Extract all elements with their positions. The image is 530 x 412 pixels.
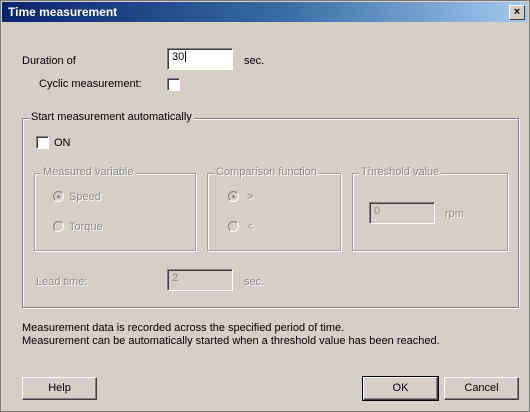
lead-time-input[interactable]: 2 bbox=[167, 269, 233, 291]
on-label: ON bbox=[54, 137, 71, 149]
ok-button[interactable]: OK bbox=[362, 376, 439, 401]
less-than-label: < bbox=[247, 221, 254, 233]
info-line-1: Measurement data is recorded across the … bbox=[22, 322, 345, 334]
measured-variable-group: Measured variable bbox=[34, 166, 196, 251]
less-than-radio[interactable] bbox=[228, 221, 239, 232]
window-title: Time measurement bbox=[8, 5, 118, 19]
text-caret bbox=[185, 51, 187, 62]
title-bar[interactable]: Time measurement × bbox=[2, 2, 528, 22]
lead-time-label: Lead time: bbox=[36, 276, 88, 288]
threshold-unit: rpm bbox=[445, 208, 464, 220]
comparison-function-group: Comparison function bbox=[207, 166, 341, 251]
lead-time-unit: sec. bbox=[244, 276, 265, 288]
greater-than-label: > bbox=[247, 191, 254, 203]
duration-input[interactable]: 30 bbox=[167, 48, 233, 70]
threshold-label: Threshold value bbox=[359, 166, 442, 178]
torque-label: Torque bbox=[69, 221, 103, 233]
info-line-2: Measurement can be automatically started… bbox=[22, 335, 440, 347]
duration-label: Duration of bbox=[22, 55, 76, 67]
duration-value: 30 bbox=[172, 51, 185, 63]
cyclic-label: Cyclic measurement: bbox=[39, 78, 142, 90]
speed-label: Speed bbox=[69, 191, 101, 203]
cancel-button[interactable]: Cancel bbox=[444, 377, 519, 400]
cyclic-checkbox[interactable] bbox=[167, 78, 180, 91]
help-button[interactable]: Help bbox=[22, 377, 97, 400]
comparison-function-label: Comparison function bbox=[214, 166, 319, 178]
on-checkbox[interactable] bbox=[36, 136, 49, 149]
auto-start-group-label: Start measurement automatically bbox=[29, 111, 194, 123]
time-measurement-dialog: Time measurement × Duration of 30 sec. C… bbox=[0, 0, 530, 412]
speed-radio[interactable] bbox=[53, 191, 64, 202]
measured-variable-label: Measured variable bbox=[41, 166, 136, 178]
threshold-input[interactable]: 0 bbox=[369, 202, 435, 224]
greater-than-radio[interactable] bbox=[228, 191, 239, 202]
close-icon[interactable]: × bbox=[509, 5, 525, 20]
torque-radio[interactable] bbox=[53, 221, 64, 232]
duration-unit: sec. bbox=[244, 55, 265, 67]
